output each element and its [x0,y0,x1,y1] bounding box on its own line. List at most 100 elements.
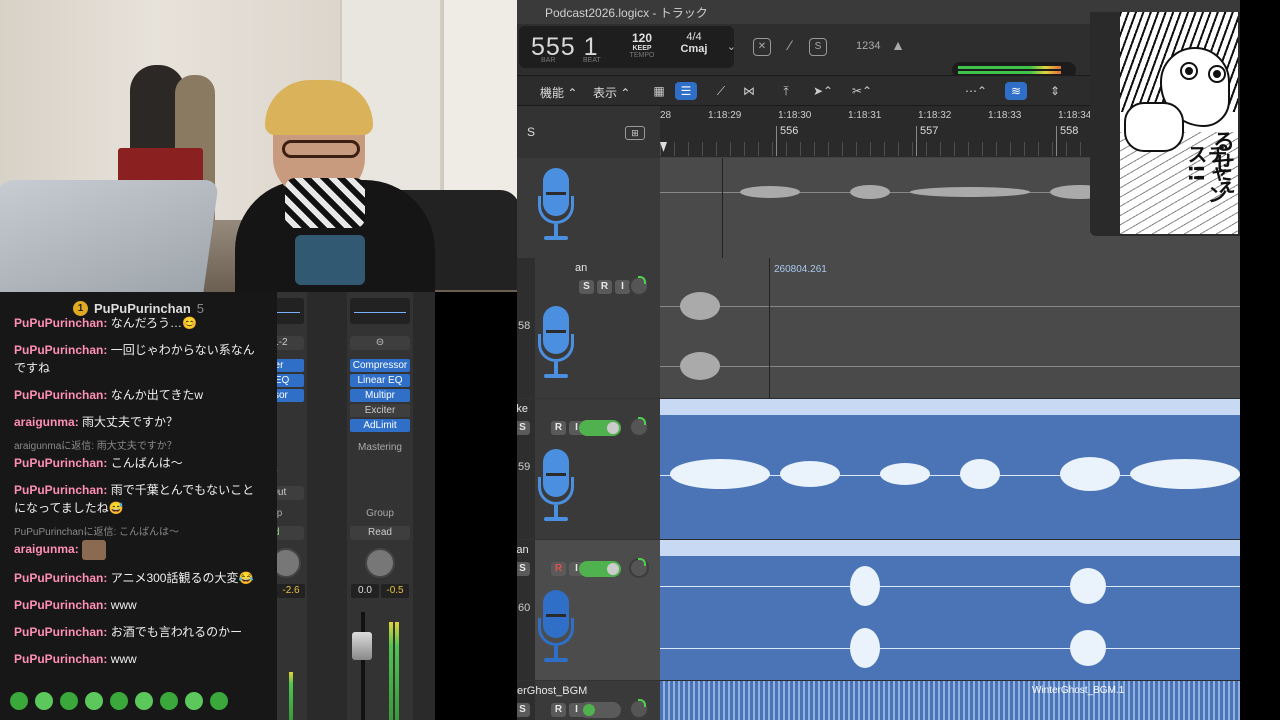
pan-knob[interactable] [365,548,395,578]
list-view-icon[interactable]: ☰ [675,82,697,100]
volume-value[interactable]: -0.5 [381,584,409,598]
region-header[interactable] [660,399,1240,415]
count-in-button[interactable]: 1234 [856,40,880,52]
solo-button[interactable]: S [517,703,530,717]
io-label[interactable]: カ 1-2 [277,336,304,350]
meter-bar-right [958,71,1062,74]
emote-icon[interactable] [135,692,153,710]
pan-knob[interactable] [277,548,301,578]
plugin-slot[interactable]: ressor [277,389,304,402]
emote-icon[interactable] [210,692,228,710]
chat-message: PuPuPurinchan: お酒でも言われるのかー [14,623,266,641]
automation-read-button[interactable]: Read [350,526,410,540]
record-button[interactable]: R [551,421,566,435]
emote-icon[interactable] [85,692,103,710]
output-button[interactable]: o Out [277,486,304,500]
flex-icon[interactable]: ⋈ [738,82,760,100]
add-track-icon[interactable]: ⊞ [625,126,645,140]
chat-username[interactable]: PuPuPurinchan [14,388,103,402]
track-header[interactable]: 58 an S R I [517,258,660,398]
record-button[interactable]: R [551,703,566,717]
plugin-slot[interactable]: Exciter [350,404,410,417]
reply-context: PuPuPurinchanに返信: こんばんは〜 [14,527,180,538]
solo-button[interactable]: S [517,421,530,435]
pointer-tool-icon[interactable]: ➤⌃ [812,82,834,100]
track-row[interactable]: 60 Aichan M S R I [517,540,1240,680]
waveform-peak [910,187,1030,197]
track-header[interactable]: WinterGhost_BGM M S R I [517,681,660,720]
vertical-zoom-icon[interactable]: ⇕ [1044,82,1066,100]
eq-thumbnail[interactable] [350,298,410,324]
track-row[interactable]: WinterGhost_BGM M S R I WinterGhost_BGM.… [517,681,1240,720]
chat-username[interactable]: PuPuPurinchan [14,652,103,666]
global-solo-button[interactable]: S [523,124,539,140]
region-header[interactable] [660,540,1240,556]
chat-username[interactable]: araigunma [14,415,75,429]
volume-value[interactable]: -2.6 [277,584,305,598]
emote-icon[interactable] [10,692,28,710]
more-options-icon[interactable]: ⋯⌃ [965,82,987,100]
scissors-tool-icon[interactable]: ✂⌃ [851,82,873,100]
chat-username[interactable]: araigunma [14,542,75,556]
pan-knob[interactable] [629,558,649,578]
plugin-slot[interactable]: nel EQ [277,374,304,387]
solo-button[interactable]: S [579,280,594,294]
track-on-toggle[interactable] [579,561,621,577]
pan-knob[interactable] [629,276,649,296]
chevron-down-icon[interactable]: ⌄ [727,40,736,53]
menu-function[interactable]: 機能 ⌃ [540,84,577,101]
chat-username[interactable]: PuPuPurinchan [14,456,103,470]
automation-read-button[interactable]: ad [277,526,304,540]
record-button[interactable]: R [551,562,566,576]
emote-icon[interactable] [185,692,203,710]
grid-view-icon[interactable]: ▦ [648,82,670,100]
track-header[interactable]: 60 Aichan M S R I [517,540,660,680]
plugin-slot[interactable]: Multipr [350,389,410,402]
solo-s-icon[interactable]: S [809,38,827,56]
automation-icon[interactable]: ⟋ [710,82,732,100]
waveform-peak [680,292,720,320]
link-icon[interactable]: ⊝ [350,336,410,350]
waveform-zoom-icon[interactable]: ≋ [1005,82,1027,100]
plugin-slot[interactable]: sser [277,359,304,372]
pan-knob[interactable] [629,417,649,437]
track-lane[interactable] [660,399,1240,539]
input-button[interactable]: I [615,280,630,294]
track-row[interactable]: 59 Eisuke M S R I [517,399,1240,539]
track-row[interactable]: 58 an S R I 260804.261 [517,258,1240,398]
chat-username[interactable]: PuPuPurinchan [14,483,103,497]
waveform-peak [680,352,720,380]
plugin-slot[interactable]: Compressor [350,359,410,372]
track-lane[interactable]: WinterGhost_BGM.1 [660,681,1240,720]
chat-username[interactable]: PuPuPurinchan [14,316,103,330]
volume-fader[interactable] [352,632,372,660]
chat-username[interactable]: PuPuPurinchan [14,598,103,612]
record-button[interactable]: R [597,280,612,294]
group-label[interactable]: Group [347,508,413,519]
lcd-display[interactable]: 555 1 BAR BEAT 120 KEEP TEMPO 4/4 Cmaj ⌄ [519,26,736,68]
plugin-slot[interactable]: AdLimit [350,419,410,432]
plugin-slot[interactable]: Linear EQ [350,374,410,387]
catch-icon[interactable]: ⤒ [775,82,797,100]
chat-username[interactable]: PuPuPurinchan [14,571,103,585]
solo-button[interactable]: S [517,562,530,576]
emote-icon[interactable] [35,692,53,710]
track-lane[interactable] [660,540,1240,680]
eq-thumbnail[interactable] [277,298,304,324]
track-header[interactable] [517,158,660,258]
emote-icon[interactable] [160,692,178,710]
track-on-toggle[interactable] [579,702,621,718]
chat-username[interactable]: PuPuPurinchan [14,625,103,639]
track-header[interactable]: 59 Eisuke M S R I [517,399,660,539]
menu-view[interactable]: 表示 ⌃ [593,84,630,101]
metronome-icon[interactable]: ▲ [889,38,907,56]
track-lane[interactable]: 260804.261 [660,258,1240,398]
close-x-icon[interactable]: ✕ [753,38,771,56]
emote-icon[interactable] [60,692,78,710]
tuner-icon[interactable]: ⁄ [781,38,799,56]
chat-username[interactable]: PuPuPurinchan [14,343,103,357]
emote-icon[interactable] [110,692,128,710]
track-on-toggle[interactable] [579,420,621,436]
pan-value[interactable]: 0.0 [351,584,379,598]
pan-knob[interactable] [629,699,649,719]
